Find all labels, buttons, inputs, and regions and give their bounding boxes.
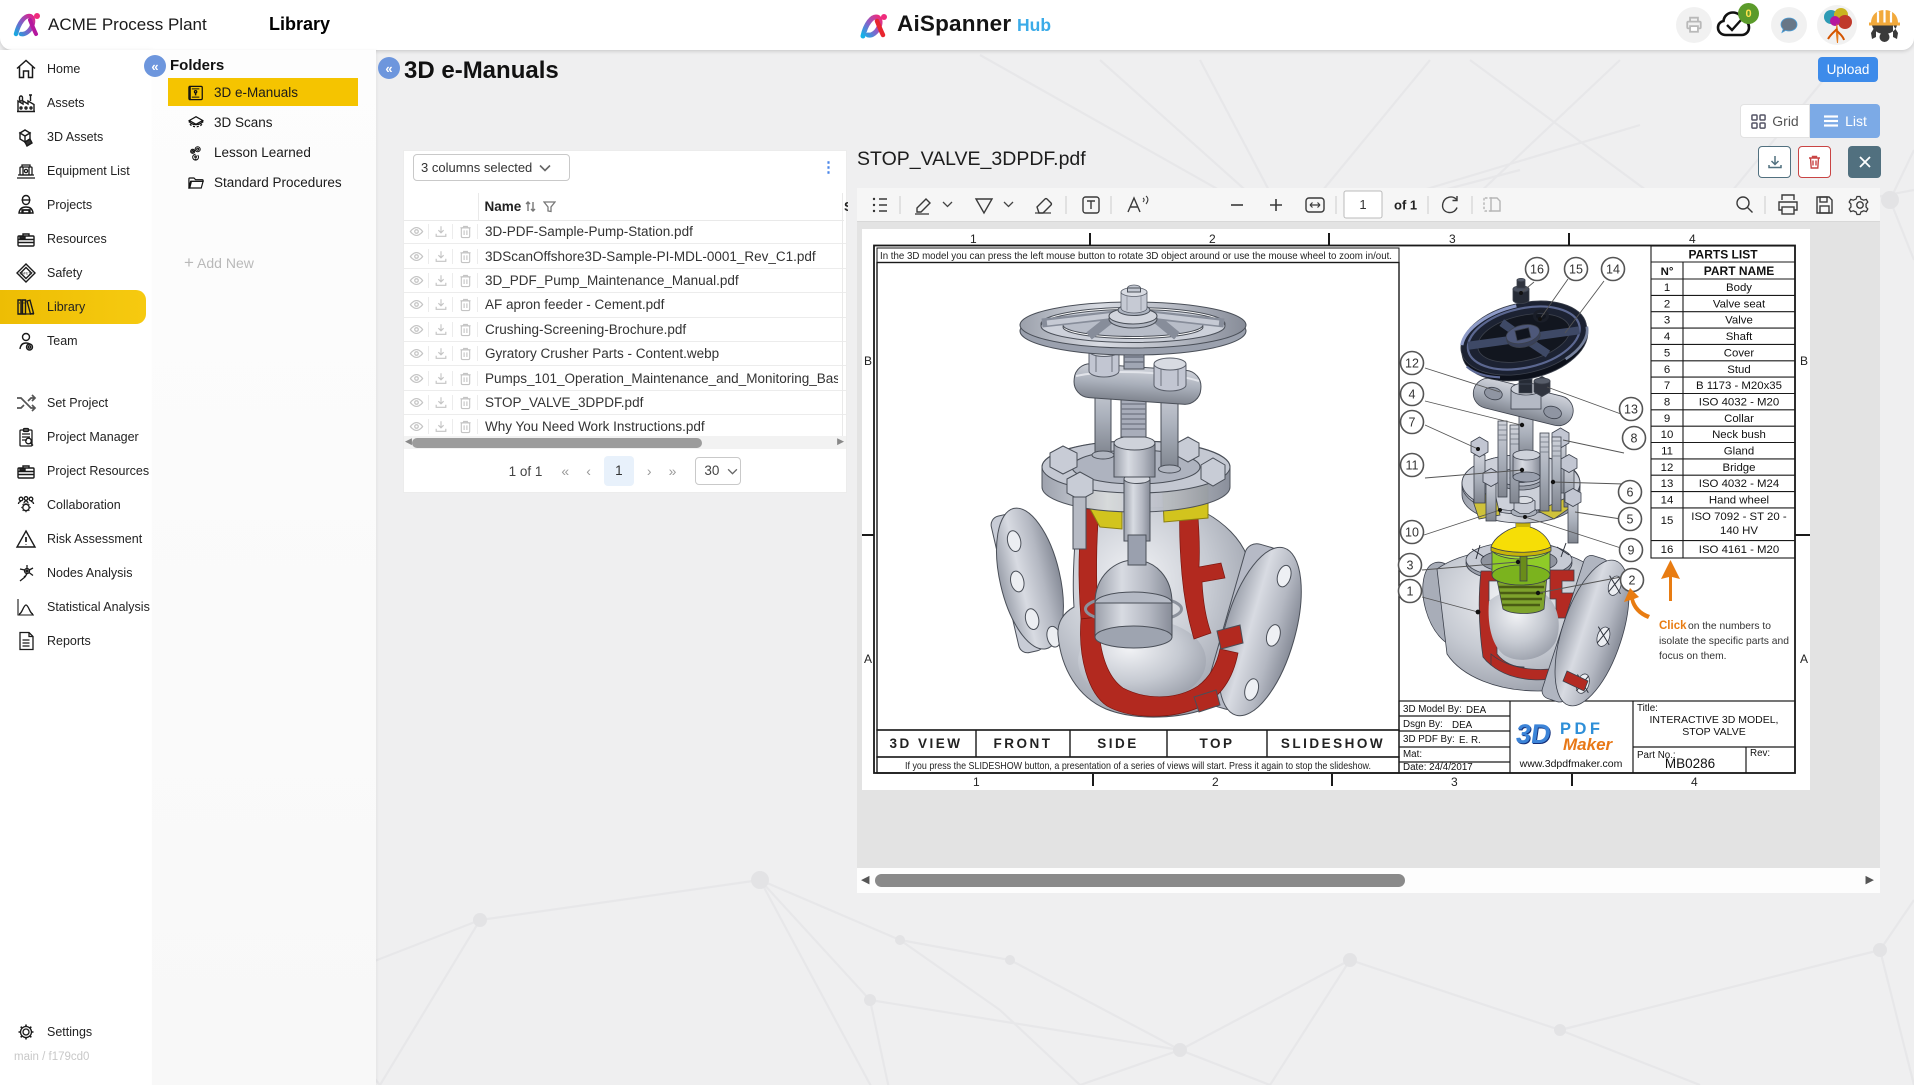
svg-text:A: A: [864, 652, 872, 666]
svg-text:2: 2: [1209, 232, 1216, 246]
svg-text:www.3dpdfmaker.com: www.3dpdfmaker.com: [1519, 758, 1623, 770]
svg-text:on the numbers to: on the numbers to: [1688, 621, 1771, 632]
svg-text:3: 3: [1407, 559, 1414, 573]
svg-text:INTERACTIVE 3D MODEL,: INTERACTIVE 3D MODEL,: [1650, 714, 1779, 726]
svg-text:B 1173 - M20x35: B 1173 - M20x35: [1696, 380, 1782, 392]
svg-text:In the 3D model you can press: In the 3D model you can press the left m…: [880, 251, 1392, 262]
svg-text:MB0286: MB0286: [1665, 756, 1715, 771]
svg-text:3D VIEW: 3D VIEW: [889, 736, 962, 751]
svg-text:B: B: [1800, 354, 1808, 368]
svg-text:ISO 4161 - M20: ISO 4161 - M20: [1699, 544, 1779, 556]
svg-text:Rev:: Rev:: [1750, 748, 1770, 759]
svg-text:5: 5: [1664, 347, 1670, 359]
svg-text:SIDE: SIDE: [1097, 736, 1139, 751]
svg-text:N°: N°: [1661, 266, 1674, 278]
svg-text:8: 8: [1664, 397, 1670, 409]
svg-text:If you press the SLIDESHOW but: If you press the SLIDESHOW button, a pre…: [905, 761, 1371, 772]
svg-text:TOP: TOP: [1199, 736, 1234, 751]
svg-text:DEA: DEA: [1452, 720, 1473, 731]
svg-text:1: 1: [1407, 585, 1414, 599]
svg-text:13: 13: [1624, 403, 1638, 417]
svg-text:15: 15: [1569, 263, 1583, 277]
svg-text:Collar: Collar: [1724, 413, 1754, 425]
svg-text:7: 7: [1664, 380, 1670, 392]
svg-text:4: 4: [1691, 775, 1698, 789]
svg-text:11: 11: [1406, 459, 1419, 473]
svg-text:2: 2: [1629, 574, 1636, 588]
svg-text:14: 14: [1661, 495, 1674, 507]
svg-text:15: 15: [1661, 515, 1674, 527]
svg-text:STOP VALVE: STOP VALVE: [1682, 726, 1745, 738]
svg-text:SAFETY: SAFETY: [19, 272, 33, 276]
svg-text:Title:: Title:: [1637, 703, 1658, 714]
svg-text:1: 1: [1664, 282, 1670, 294]
svg-text:Cover: Cover: [1724, 347, 1755, 359]
svg-text:11: 11: [1661, 446, 1673, 458]
svg-text:Body: Body: [1726, 282, 1752, 294]
svg-text:16: 16: [1530, 263, 1544, 277]
svg-text:Maker: Maker: [1563, 735, 1614, 754]
svg-text:Click: Click: [1659, 620, 1687, 632]
svg-text:9: 9: [1628, 544, 1635, 558]
svg-text:Shaft: Shaft: [1726, 331, 1753, 343]
svg-text:PARTS LIST: PARTS LIST: [1688, 248, 1758, 262]
svg-text:FRONT: FRONT: [994, 736, 1053, 751]
svg-text:4: 4: [1409, 388, 1416, 402]
svg-text:PART NAME: PART NAME: [1704, 264, 1774, 278]
svg-text:B: B: [864, 354, 872, 368]
svg-text:1: 1: [1359, 197, 1366, 212]
svg-text:2: 2: [1664, 298, 1670, 310]
svg-text:12: 12: [1405, 357, 1419, 371]
svg-text:Hand wheel: Hand wheel: [1709, 495, 1769, 507]
svg-text:3D PDF By:: 3D PDF By:: [1403, 734, 1455, 745]
svg-text:6: 6: [1664, 364, 1670, 376]
svg-text:A: A: [1800, 652, 1808, 666]
svg-text:Dsgn By:: Dsgn By:: [1403, 719, 1443, 730]
svg-text:focus on them.: focus on them.: [1659, 651, 1727, 662]
svg-text:Bridge: Bridge: [1723, 462, 1756, 474]
svg-text:140 HV: 140 HV: [1720, 525, 1758, 537]
svg-text:3D: 3D: [1514, 718, 1553, 749]
svg-text:3: 3: [1449, 232, 1456, 246]
svg-text:4: 4: [1664, 331, 1670, 343]
svg-text:3: 3: [1451, 775, 1458, 789]
svg-text:10: 10: [1661, 429, 1674, 441]
svg-text:SLIDESHOW: SLIDESHOW: [1281, 736, 1385, 751]
svg-text:2: 2: [1212, 775, 1219, 789]
svg-text:14: 14: [1606, 263, 1620, 277]
svg-text:7: 7: [1409, 416, 1416, 430]
svg-text:Valve: Valve: [1725, 315, 1753, 327]
svg-text:Gland: Gland: [1724, 446, 1754, 458]
svg-text:DEA: DEA: [1466, 705, 1487, 716]
svg-text:of 1: of 1: [1394, 198, 1417, 213]
svg-text:9: 9: [1664, 413, 1670, 425]
svg-text:3D Model By:: 3D Model By:: [1403, 704, 1462, 715]
svg-text:ISO 4032 - M20: ISO 4032 - M20: [1699, 397, 1779, 409]
svg-text:12: 12: [1661, 462, 1674, 474]
svg-text:13: 13: [1661, 478, 1674, 490]
svg-text:1: 1: [973, 775, 980, 789]
svg-text:ISO 4032 - M24: ISO 4032 - M24: [1699, 478, 1779, 490]
svg-text:Neck bush: Neck bush: [1712, 429, 1766, 441]
svg-text:Date: 24/4/2017: Date: 24/4/2017: [1403, 762, 1473, 773]
svg-text:Valve seat: Valve seat: [1713, 298, 1766, 310]
svg-text:3: 3: [1664, 315, 1670, 327]
svg-text:Stud: Stud: [1727, 364, 1750, 376]
svg-text:4: 4: [1689, 232, 1696, 246]
svg-text:8: 8: [1631, 432, 1638, 446]
svg-text:5: 5: [1627, 513, 1634, 527]
svg-text:1: 1: [970, 232, 977, 246]
svg-text:isolate the specific parts and: isolate the specific parts and: [1659, 636, 1789, 647]
svg-text:10: 10: [1405, 526, 1419, 540]
svg-text:16: 16: [1661, 544, 1674, 556]
svg-text:Mat:: Mat:: [1403, 749, 1422, 760]
svg-text:E. R.: E. R.: [1459, 735, 1481, 746]
svg-text:6: 6: [1627, 486, 1634, 500]
svg-text:ISO 7092 - ST 20 -: ISO 7092 - ST 20 -: [1691, 511, 1787, 523]
